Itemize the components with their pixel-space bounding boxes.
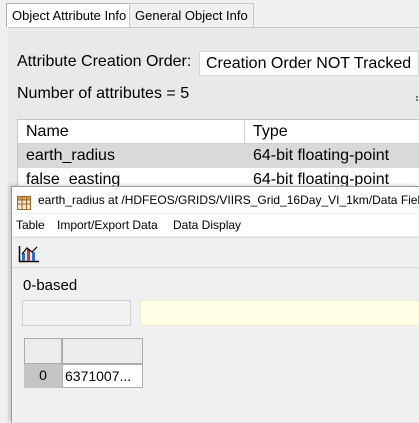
grid-corner-header[interactable] bbox=[24, 338, 62, 364]
cell-type: 64-bit floating-point bbox=[253, 147, 390, 164]
menu-import-export-data[interactable]: Import/Export Data bbox=[57, 214, 158, 236]
grid-row-header[interactable]: 0 bbox=[24, 364, 62, 388]
index-base-label: 0-based bbox=[23, 277, 78, 294]
ellipsis-icon bbox=[416, 96, 418, 101]
column-header-type[interactable]: Type bbox=[245, 120, 419, 144]
grid-column-header[interactable] bbox=[62, 338, 143, 364]
attribute-table: Name Type earth_radius 64-bit floating-p… bbox=[17, 119, 419, 191]
table-row[interactable]: earth_radius 64-bit floating-point bbox=[18, 144, 419, 168]
cell-location-field[interactable] bbox=[22, 300, 131, 326]
number-of-attributes-label: Number of attributes = 5 bbox=[17, 85, 190, 102]
tab-bar: Object Attribute Info General Object Inf… bbox=[0, 0, 419, 30]
menu-bar: Table Import/Export Data Data Display bbox=[12, 214, 419, 236]
tab-general-object-info[interactable]: General Object Info bbox=[129, 3, 254, 27]
chart-icon[interactable] bbox=[18, 245, 40, 263]
data-viewer-window: earth_radius at /HDFEOS/GRIDS/VIIRS_Grid… bbox=[11, 186, 419, 422]
window-titlebar[interactable]: earth_radius at /HDFEOS/GRIDS/VIIRS_Grid… bbox=[12, 187, 419, 213]
menu-table[interactable]: Table bbox=[16, 214, 45, 236]
toolbar-divider bbox=[12, 267, 419, 268]
column-header-name[interactable]: Name bbox=[18, 120, 245, 144]
side-button[interactable] bbox=[412, 86, 419, 108]
tab-object-attribute-info[interactable]: Object Attribute Info bbox=[6, 3, 133, 27]
creation-order-combobox[interactable]: Creation Order NOT Tracked bbox=[199, 51, 419, 76]
toolbar bbox=[12, 237, 419, 268]
grid-table-icon bbox=[17, 193, 31, 210]
cell-name: earth_radius bbox=[26, 147, 115, 164]
creation-order-label: Attribute Creation Order: bbox=[17, 53, 192, 70]
window-title: earth_radius at /HDFEOS/GRIDS/VIIRS_Grid… bbox=[38, 193, 419, 207]
grid-data-cell[interactable]: 6371007... bbox=[62, 364, 143, 388]
menu-data-display[interactable]: Data Display bbox=[173, 214, 241, 236]
cell-value-field[interactable] bbox=[140, 300, 419, 326]
